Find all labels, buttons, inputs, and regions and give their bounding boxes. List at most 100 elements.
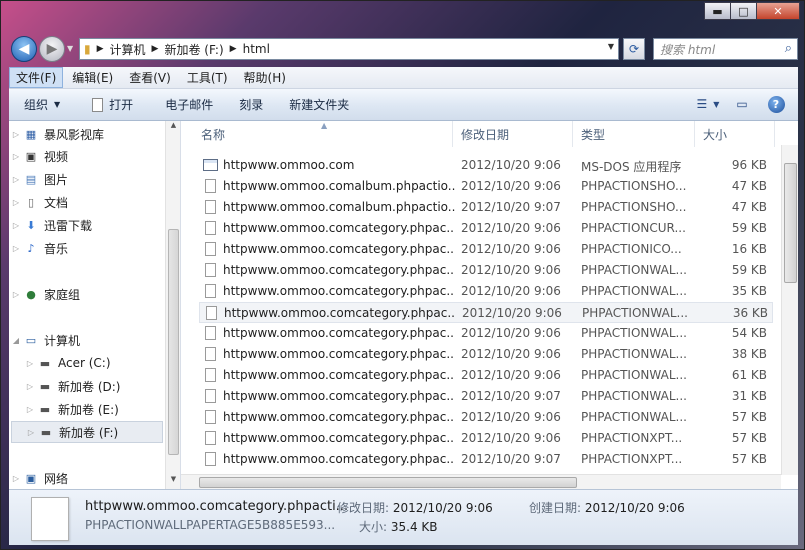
column-header-size[interactable]: 大小 xyxy=(695,121,775,147)
maximize-button[interactable]: □ xyxy=(730,2,756,20)
expand-arrow-icon[interactable]: ▷ xyxy=(9,152,23,161)
sidebar-item-videos[interactable]: ▷ ▣ 视频 xyxy=(9,145,169,167)
breadcrumb-separator-icon[interactable]: ▶ xyxy=(97,44,104,54)
column-header-type[interactable]: 类型 xyxy=(573,121,695,147)
sidebar-item-computer[interactable]: ◢ ▭ 计算机 xyxy=(9,329,169,351)
sidebar-item-homegroup[interactable]: ▷ ● 家庭组 xyxy=(9,283,169,305)
table-row[interactable]: httpwww.ommoo.comcategory.phpac... 2012/… xyxy=(199,218,773,239)
refresh-button[interactable]: ⟳ xyxy=(623,38,645,60)
sidebar-item-network[interactable]: ▷ ▣ 网络 xyxy=(9,467,169,489)
expand-arrow-icon[interactable]: ▷ xyxy=(9,198,23,207)
table-row[interactable]: httpwww.ommoo.comcategory.phpac... 2012/… xyxy=(199,428,773,449)
sidebar-scroll-thumb[interactable] xyxy=(168,229,179,455)
close-button[interactable]: ✕ xyxy=(756,2,800,20)
recent-pages-dropdown[interactable]: ▼ xyxy=(67,44,73,53)
menu-view[interactable]: 查看(V) xyxy=(122,67,178,88)
file-date: 2012/10/20 9:06 xyxy=(461,368,561,382)
file-date: 2012/10/20 9:06 xyxy=(461,263,561,277)
sidebar-item-drive-d[interactable]: ▷ ▬ 新加卷 (D:) xyxy=(23,375,180,397)
computer-icon: ▭ xyxy=(25,333,37,347)
table-row[interactable]: httpwww.ommoo.comcategory.phpac... 2012/… xyxy=(199,302,773,323)
menu-file[interactable]: 文件(F) xyxy=(9,67,64,88)
video-library-icon: ▦ xyxy=(25,127,37,141)
minimize-button[interactable]: ▬ xyxy=(704,2,730,20)
table-row[interactable]: httpwww.ommoo.comcategory.phpac... 2012/… xyxy=(199,386,773,407)
search-icon[interactable]: ⌕ xyxy=(785,41,792,56)
expand-arrow-icon[interactable]: ▷ xyxy=(23,359,37,368)
drive-icon: ▬ xyxy=(40,425,52,439)
file-date: 2012/10/20 9:06 xyxy=(461,242,561,256)
sidebar-item-video-library[interactable]: ▷ ▦ 暴风影视库 xyxy=(9,123,169,145)
table-row[interactable]: httpwww.ommoo.com 2012/10/20 9:06 MS-DOS… xyxy=(199,155,773,176)
collapse-arrow-icon[interactable]: ◢ xyxy=(9,336,23,345)
organize-button[interactable]: 组织 ▼ xyxy=(15,93,69,116)
open-button[interactable]: 打开 xyxy=(83,93,142,116)
breadcrumb-folder[interactable]: html xyxy=(243,42,270,56)
table-row[interactable]: httpwww.ommoo.comcategory.phpac... 2012/… xyxy=(199,281,773,302)
vertical-scrollbar[interactable] xyxy=(781,145,798,475)
file-icon xyxy=(205,410,216,424)
table-row[interactable]: httpwww.ommoo.comcategory.phpac... 2012/… xyxy=(199,239,773,260)
column-header-date[interactable]: 修改日期 xyxy=(453,121,573,147)
table-row[interactable]: httpwww.ommoo.comcategory.phpac... 2012/… xyxy=(199,407,773,428)
sidebar-item-documents[interactable]: ▷ ▯ 文档 xyxy=(9,191,169,213)
expand-arrow-icon[interactable]: ▷ xyxy=(23,405,37,414)
sidebar-item-label: Acer (C:) xyxy=(58,356,111,370)
table-row[interactable]: httpwww.ommoo.comalbum.phpactio... 2012/… xyxy=(199,197,773,218)
picture-icon: ▤ xyxy=(25,172,37,186)
expand-arrow-icon[interactable]: ▷ xyxy=(9,244,23,253)
table-row[interactable]: httpwww.ommoo.comcategory.phpac... 2012/… xyxy=(199,449,773,470)
change-view-button[interactable]: ☰ ▼ xyxy=(696,94,720,114)
menu-help[interactable]: 帮助(H) xyxy=(237,67,293,88)
expand-arrow-icon[interactable]: ▷ xyxy=(23,382,37,391)
sidebar-item-thunder-downloads[interactable]: ▷ ⬇ 迅雷下载 xyxy=(9,214,169,236)
breadcrumb-separator-icon[interactable]: ▶ xyxy=(230,44,237,54)
folder-icon: ▮ xyxy=(84,42,91,56)
preview-pane-button[interactable]: ▭ xyxy=(730,94,754,114)
table-row[interactable]: httpwww.ommoo.comcategory.phpac... 2012/… xyxy=(199,260,773,281)
breadcrumb-separator-icon[interactable]: ▶ xyxy=(152,44,159,54)
sidebar-item-label: 网络 xyxy=(44,471,69,486)
expand-arrow-icon[interactable]: ▷ xyxy=(24,428,38,437)
sidebar-item-drive-f[interactable]: ▷ ▬ 新加卷 (F:) xyxy=(11,421,163,443)
search-input[interactable]: 搜索 html ⌕ xyxy=(653,38,798,60)
table-row[interactable]: httpwww.ommoo.comcategory.phpac... 2012/… xyxy=(199,344,773,365)
menu-edit[interactable]: 编辑(E) xyxy=(65,67,120,88)
sidebar-scrollbar[interactable]: ▲ ▼ xyxy=(165,121,180,489)
file-size: 35 KB xyxy=(731,284,767,298)
menu-tools[interactable]: 工具(T) xyxy=(180,67,235,88)
drive-icon: ▬ xyxy=(39,379,51,393)
burn-button[interactable]: 刻录 xyxy=(230,93,272,116)
sidebar-item-drive-c[interactable]: ▷ ▬ Acer (C:) xyxy=(23,352,180,374)
expand-arrow-icon[interactable]: ▷ xyxy=(9,175,23,184)
table-row[interactable]: httpwww.ommoo.comalbum.phpactio... 2012/… xyxy=(199,176,773,197)
vertical-scroll-thumb[interactable] xyxy=(784,163,797,283)
new-folder-button[interactable]: 新建文件夹 xyxy=(280,93,358,116)
column-header-name[interactable]: 名称 xyxy=(193,121,453,147)
sidebar-item-music[interactable]: ▷ ♪ 音乐 xyxy=(9,237,169,259)
horizontal-scroll-thumb[interactable] xyxy=(199,477,577,488)
expand-arrow-icon[interactable]: ▷ xyxy=(9,474,23,483)
help-button[interactable]: ? xyxy=(764,94,788,114)
expand-arrow-icon[interactable]: ▷ xyxy=(9,130,23,139)
expand-arrow-icon[interactable]: ▷ xyxy=(9,221,23,230)
table-row[interactable]: httpwww.ommoo.comcategory.phpac... 2012/… xyxy=(199,365,773,386)
sidebar-item-pictures[interactable]: ▷ ▤ 图片 xyxy=(9,168,169,190)
file-size: 47 KB xyxy=(731,200,767,214)
back-button[interactable]: ◀ xyxy=(11,36,37,62)
scroll-down-icon[interactable]: ▼ xyxy=(166,475,180,489)
forward-button[interactable]: ▶ xyxy=(39,36,65,62)
breadcrumb-computer[interactable]: 计算机 xyxy=(110,41,146,58)
email-button[interactable]: 电子邮件 xyxy=(156,93,222,116)
address-dropdown-icon[interactable]: ▼ xyxy=(608,42,614,51)
file-type: PHPACTIONWAL... xyxy=(582,306,688,320)
address-bar[interactable]: ▮ ▶ 计算机 ▶ 新加卷 (F:) ▶ html ▼ xyxy=(79,38,619,60)
sidebar-item-drive-e[interactable]: ▷ ▬ 新加卷 (E:) xyxy=(23,398,180,420)
breadcrumb-drive[interactable]: 新加卷 (F:) xyxy=(164,41,223,58)
expand-arrow-icon[interactable]: ▷ xyxy=(9,290,23,299)
horizontal-scrollbar[interactable] xyxy=(181,474,781,489)
table-row[interactable]: httpwww.ommoo.comcategory.phpac... 2012/… xyxy=(199,323,773,344)
drive-icon: ▬ xyxy=(39,356,51,370)
scroll-up-icon[interactable]: ▲ xyxy=(166,121,180,135)
file-size: 59 KB xyxy=(731,263,767,277)
